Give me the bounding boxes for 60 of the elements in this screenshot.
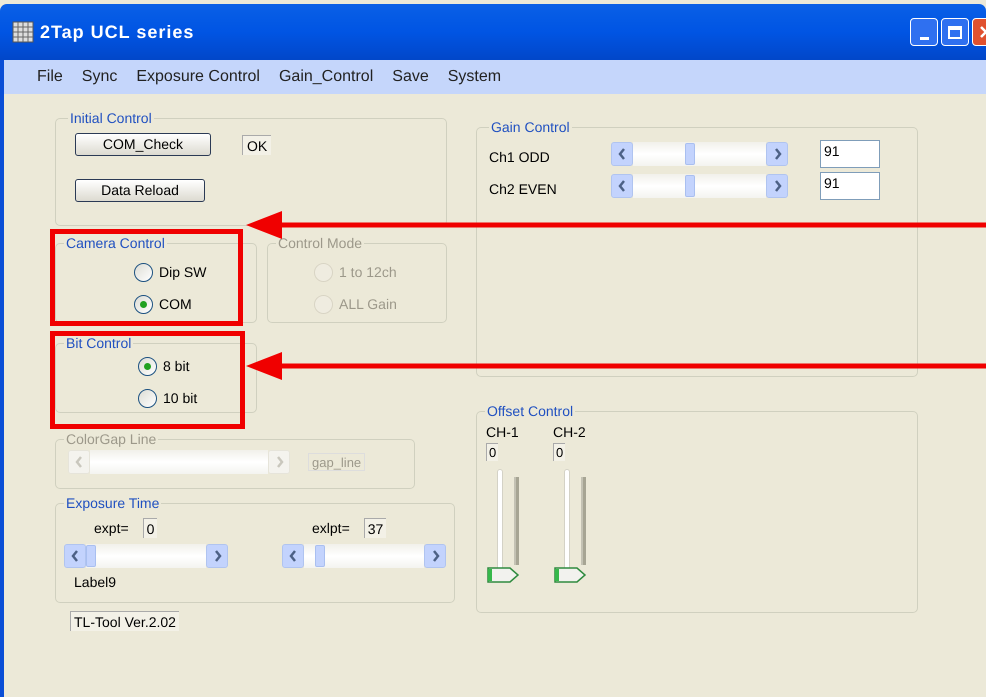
radio-label: 10 bit: [163, 388, 198, 408]
group-title: ColorGap Line: [65, 430, 158, 449]
scroll-right-button[interactable]: [766, 174, 788, 198]
exposure-label: expt=: [94, 518, 129, 538]
status-field: OK: [242, 134, 272, 154]
gain-value-field[interactable]: 91: [820, 140, 880, 168]
radio-button[interactable]: [134, 262, 153, 282]
group-title: Control Mode: [277, 234, 364, 253]
menu-item[interactable]: Sync: [82, 65, 118, 89]
label-text: Label9: [74, 573, 118, 592]
menu-item[interactable]: Exposure Control: [136, 65, 260, 89]
scroll-thumb[interactable]: [685, 175, 695, 197]
slider-thumb[interactable]: [553, 565, 587, 585]
gain-value-field[interactable]: 91: [820, 172, 880, 200]
scroll-thumb[interactable]: [86, 545, 96, 567]
exposure-label: exlpt=: [312, 518, 350, 538]
radio-button[interactable]: [138, 388, 157, 408]
group-title: Offset Control: [486, 402, 574, 421]
channel-label: CH-2: [553, 423, 586, 442]
scroll-thumb[interactable]: [685, 143, 695, 165]
radio-label: 8 bit: [163, 356, 190, 376]
channel-label: Ch1 ODD: [489, 148, 551, 166]
radio-label: 1 to 12ch: [339, 262, 397, 282]
menu-item[interactable]: System: [448, 65, 502, 89]
radio-button[interactable]: [138, 356, 157, 376]
app-icon: [12, 21, 34, 43]
radio-label: ALL Gain: [339, 294, 397, 314]
scroll-right-button[interactable]: [206, 544, 228, 568]
offset-value: 0: [486, 443, 498, 461]
scroll-left-button[interactable]: [611, 142, 633, 166]
exposure-value: 37: [364, 518, 386, 538]
channel-label: Ch2 EVEN: [489, 180, 558, 198]
minimize-button[interactable]: [910, 18, 938, 46]
group-title: Camera Control: [65, 234, 166, 253]
group-title: Initial Control: [69, 109, 153, 128]
group-title: Exposure Time: [65, 494, 160, 513]
radio-label: Dip SW: [159, 262, 206, 282]
radio-button[interactable]: [134, 294, 153, 314]
group-title: Bit Control: [65, 334, 132, 353]
scroll-left-button[interactable]: [282, 544, 304, 568]
scroll-thumb[interactable]: [315, 545, 325, 567]
maximize-button[interactable]: [941, 18, 969, 46]
window-title: 2Tap UCL series: [40, 20, 194, 44]
group-title: Gain Control: [490, 118, 571, 137]
scroll-left-button[interactable]: [611, 174, 633, 198]
gap-line-field: gap_line: [308, 453, 366, 471]
menu-item[interactable]: Save: [392, 65, 429, 89]
scroll-left-button[interactable]: [64, 544, 86, 568]
radio-label: COM: [159, 294, 192, 314]
com-check-button[interactable]: COM_Check: [75, 133, 211, 156]
menu-item[interactable]: Gain_Control: [278, 65, 374, 89]
menu-item[interactable]: File: [37, 65, 63, 89]
version-label: TL-Tool Ver.2.02: [70, 611, 179, 631]
channel-label: CH-1: [486, 423, 519, 442]
scroll-right-button[interactable]: [766, 142, 788, 166]
scroll-right-button[interactable]: [424, 544, 446, 568]
slider-thumb[interactable]: [486, 565, 520, 585]
exposure-value: 0: [142, 518, 158, 538]
offset-value: 0: [553, 443, 566, 461]
data-reload-button[interactable]: Data Reload: [75, 179, 205, 202]
